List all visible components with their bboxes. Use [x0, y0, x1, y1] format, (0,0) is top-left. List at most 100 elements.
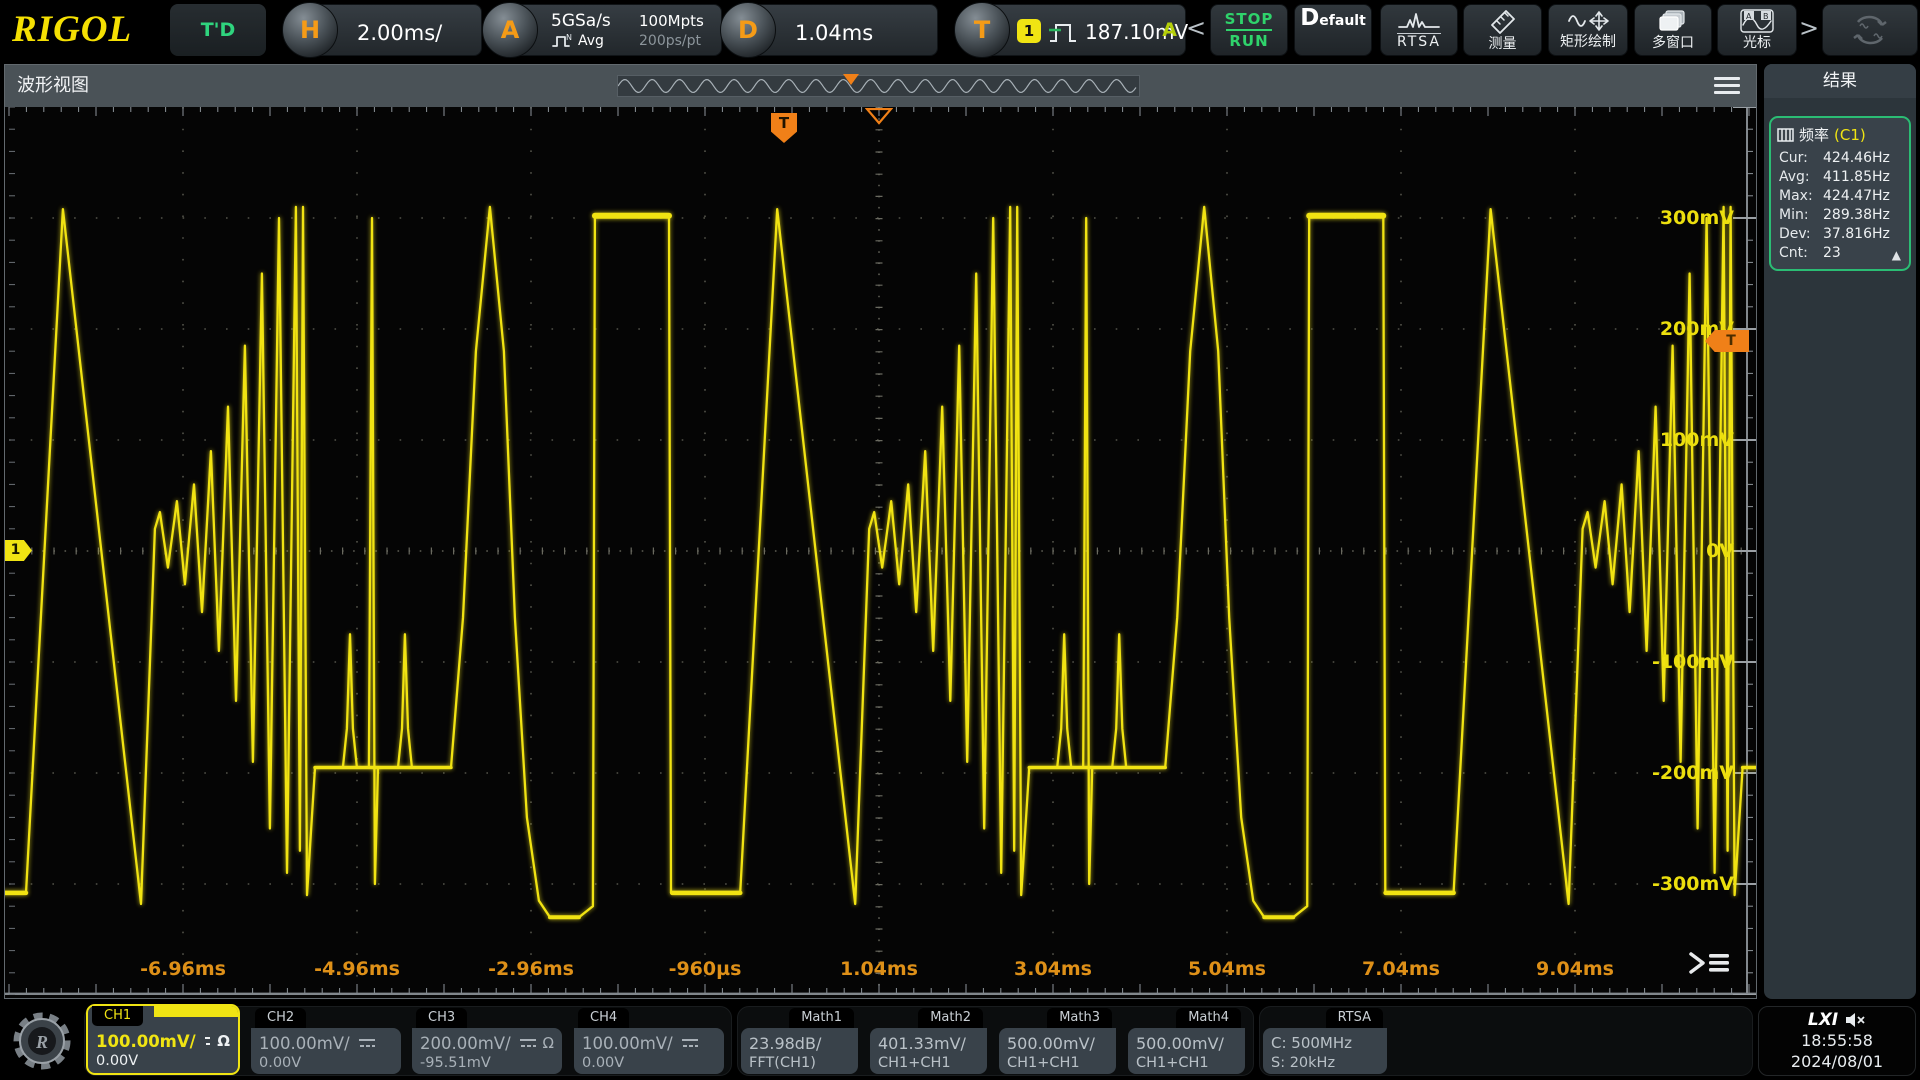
channel-widget-ch1[interactable]: CH1100.00mV/Ω0.00V: [86, 1004, 240, 1075]
acquire-knob[interactable]: A: [482, 2, 538, 58]
resolution: 200ps/pt: [639, 33, 701, 49]
waveform-view-panel: 波形视图 300mV200mV100mV0V-100mV-200mV-300mV…: [4, 64, 1757, 999]
math-widget-math2[interactable]: Math2 401.33mV/CH1+CH1: [870, 1008, 987, 1074]
channel-offset: 0.00V: [96, 1053, 230, 1069]
cursor-ab-icon: A B: [1740, 9, 1774, 33]
dc-coupling-icon: [203, 1035, 211, 1047]
measurement-card[interactable]: 频率(C1) Cur:424.46HzAvg:411.85HzMax:424.4…: [1769, 116, 1911, 271]
expand-results-icon[interactable]: [1685, 950, 1733, 978]
trigger-box[interactable]: 1 187.10mV A: [982, 4, 1186, 56]
dc-coupling-icon: [680, 1037, 700, 1049]
measurement-rows: Cur:424.46HzAvg:411.85HzMax:424.47HzMin:…: [1771, 149, 1909, 263]
channel-body: 100.00mV/0.00V: [574, 1028, 724, 1074]
channel-body: 100.00mV/0.00V: [251, 1028, 401, 1074]
trigger-status-button[interactable]: T'D: [170, 4, 266, 56]
multi-window-label: 多窗口: [1652, 36, 1694, 51]
rtsa-label: RTSA: [1397, 33, 1441, 50]
channel-tab[interactable]: CH2: [255, 1008, 306, 1028]
x-axis-label: 5.04ms: [1177, 957, 1277, 981]
stop-label: STOP: [1225, 11, 1274, 27]
rigol-logo: RIGOL: [12, 8, 132, 51]
math-widget-math1[interactable]: Math123.98dB/FFT(CH1): [741, 1008, 858, 1074]
y-axis-label: 0V: [1644, 539, 1734, 563]
status-time: 18:55:58: [1759, 1030, 1915, 1051]
dc-coupling-icon: [518, 1037, 536, 1049]
channel-tab[interactable]: CH1: [92, 1006, 143, 1026]
x-axis-label: 9.04ms: [1525, 957, 1625, 981]
multi-window-button[interactable]: 多窗口: [1634, 4, 1712, 56]
measure-button[interactable]: 测量: [1463, 4, 1542, 56]
channel-widget-ch3[interactable]: CH3200.00mV/Ω-95.51mV: [412, 1008, 562, 1074]
y-axis-label: -200mV: [1644, 761, 1734, 785]
measurement-row: Cur:424.46Hz: [1771, 149, 1909, 168]
cursor-button[interactable]: A B 光标: [1717, 4, 1797, 56]
svg-text:R: R: [35, 1032, 48, 1052]
measure-label: 测量: [1489, 37, 1517, 52]
stop-run-button[interactable]: STOP RUN: [1210, 4, 1288, 56]
measurement-row: Cnt:23▲: [1771, 244, 1909, 263]
settings-gear-button[interactable]: R: [8, 1006, 76, 1076]
measurement-row: Avg:411.85Hz: [1771, 168, 1909, 187]
trigger-flag: A: [1162, 19, 1177, 41]
math-tab[interactable]: Math1: [789, 1008, 854, 1028]
spectrum-icon: [1397, 10, 1441, 30]
delay-box[interactable]: 1.04ms: [748, 4, 938, 56]
status-date: 2024/08/01: [1759, 1051, 1915, 1072]
delay-knob[interactable]: D: [720, 2, 776, 58]
channel-scale: 100.00mV/: [582, 1034, 673, 1053]
loop-record-button[interactable]: [1822, 4, 1918, 56]
math-scale: 401.33mV/: [878, 1032, 979, 1054]
channel-scale: 100.00mV/: [259, 1034, 350, 1053]
waveform-title-bar: 波形视图: [5, 65, 1756, 107]
x-axis-label: 7.04ms: [1351, 957, 1451, 981]
top-toolbar: RIGOL T'D 2.00ms/ H 5GSa/s N Avg 100Mpts: [0, 0, 1920, 60]
math-tab[interactable]: Math2: [918, 1008, 983, 1028]
cursor-label: 光标: [1743, 36, 1771, 51]
toolbar-collapse-left-icon[interactable]: <: [1186, 14, 1206, 42]
gear-icon: R: [8, 1006, 76, 1076]
timebase-preview-bar[interactable]: [617, 75, 1140, 97]
sample-rate: 5GSa/s: [551, 11, 611, 31]
trigger-source-badge: 1: [1017, 19, 1041, 43]
channel-widget-ch2[interactable]: CH2100.00mV/0.00V: [251, 1008, 401, 1074]
measurement-row: Min:289.38Hz: [1771, 206, 1909, 225]
math-widget-math4[interactable]: Math4500.00mV/CH1+CH1: [1128, 1008, 1245, 1074]
delay-value: 1.04ms: [795, 21, 873, 45]
rtsa-button[interactable]: RTSA: [1380, 4, 1458, 56]
run-label: RUN: [1229, 33, 1268, 49]
channel-widget-ch4[interactable]: CH4100.00mV/0.00V: [574, 1008, 724, 1074]
math-tab[interactable]: Math3: [1047, 1008, 1112, 1028]
channel-scale: 100.00mV/: [96, 1032, 196, 1051]
windows-icon: [1658, 9, 1688, 33]
bottom-bar: R CH1100.00mV/Ω0.00VCH2100.00mV/0.00VCH3…: [0, 1000, 1920, 1080]
mute-speaker-icon: [1844, 1012, 1866, 1028]
horizontal-knob[interactable]: H: [282, 2, 338, 58]
collapse-arrow-icon[interactable]: ▲: [1892, 246, 1901, 265]
stop-run-divider: [1226, 29, 1272, 31]
y-axis-label: -300mV: [1644, 872, 1734, 896]
default-button[interactable]: D efault: [1294, 4, 1372, 56]
rtsa-widget[interactable]: RTSAC: 500MHzS: 20kHz: [1263, 1008, 1387, 1074]
x-axis-label: -4.96ms: [307, 957, 407, 981]
toolbar-expand-right-icon[interactable]: >: [1799, 14, 1819, 42]
rtsa-tab[interactable]: RTSA: [1326, 1008, 1383, 1028]
graticule-area[interactable]: 300mV200mV100mV0V-100mV-200mV-300mV -6.9…: [5, 107, 1756, 995]
acquire-box[interactable]: 5GSa/s N Avg 100Mpts 200ps/pt: [510, 4, 722, 56]
math-tab[interactable]: Math4: [1176, 1008, 1241, 1028]
channel-tab[interactable]: CH4: [578, 1008, 629, 1028]
svg-text:A: A: [1746, 12, 1752, 21]
channel-tab[interactable]: CH3: [416, 1008, 467, 1028]
math-expression: CH1+CH1: [878, 1055, 979, 1071]
x-axis-label: 3.04ms: [1003, 957, 1103, 981]
rect-draw-button[interactable]: 矩形绘制: [1548, 4, 1628, 56]
math-expression: CH1+CH1: [1136, 1055, 1237, 1071]
acquire-mode: Avg: [578, 33, 604, 49]
rtsa-span: S: 20kHz: [1271, 1055, 1379, 1071]
waveform-menu-icon[interactable]: [1714, 77, 1740, 98]
x-axis-label: -960µs: [655, 957, 755, 981]
math-widget-math3[interactable]: Math3500.00mV/CH1+CH1: [999, 1008, 1116, 1074]
trigger-knob[interactable]: T: [954, 2, 1010, 58]
channel-offset: -95.51mV: [420, 1055, 554, 1071]
measurement-row: Max:424.47Hz: [1771, 187, 1909, 206]
channel-body: 100.00mV/Ω0.00V: [88, 1026, 238, 1073]
